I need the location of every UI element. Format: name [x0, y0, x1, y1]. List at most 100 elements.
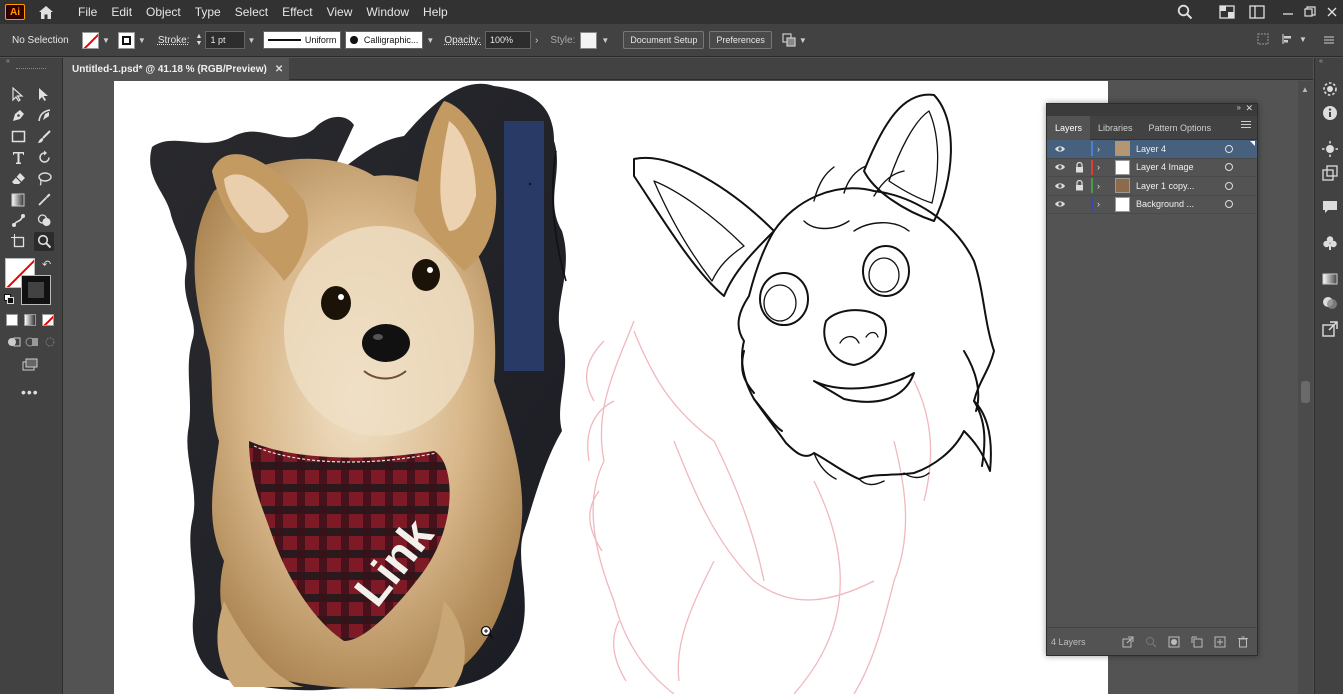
curvature-tool-icon[interactable]: [34, 106, 54, 125]
collect-for-export-icon[interactable]: [1120, 634, 1136, 650]
default-colors-icon[interactable]: [4, 294, 14, 304]
chevron-down-icon[interactable]: ▼: [102, 36, 110, 45]
minimize-icon[interactable]: [1279, 2, 1297, 22]
properties-icon[interactable]: [1321, 80, 1339, 98]
stroke-stepper[interactable]: ▲ ▼: [196, 33, 203, 47]
toolbar-collapse-icon[interactable]: «: [6, 58, 20, 66]
layer-name[interactable]: Background ...: [1136, 199, 1194, 209]
stroke-weight-field[interactable]: 1 pt: [205, 31, 246, 49]
collapse-panel-icon[interactable]: »: [1237, 103, 1241, 112]
scroll-up-icon[interactable]: ▲: [1301, 85, 1309, 94]
rectangle-tool-icon[interactable]: [8, 127, 28, 146]
layer-row[interactable]: › Layer 4: [1047, 140, 1257, 159]
preferences-button[interactable]: Preferences: [709, 31, 772, 49]
control-menu-icon[interactable]: [1322, 33, 1336, 47]
vertical-scrollbar[interactable]: ▲: [1298, 81, 1313, 694]
fill-control[interactable]: ▼: [82, 31, 110, 49]
rotate-tool-icon[interactable]: [34, 148, 54, 167]
none-mode-icon[interactable]: [42, 314, 54, 326]
delete-layer-icon[interactable]: [1235, 634, 1251, 650]
menu-file[interactable]: File: [71, 0, 104, 24]
search-icon[interactable]: [1173, 2, 1197, 22]
appearance-icon[interactable]: [1321, 140, 1339, 158]
layer-target-icon[interactable]: [1225, 163, 1233, 172]
comments-icon[interactable]: [1321, 198, 1339, 216]
line-art-dog[interactable]: [633, 93, 995, 486]
menu-view[interactable]: View: [320, 0, 360, 24]
dock-expand-icon[interactable]: «: [1319, 58, 1323, 65]
layer-row[interactable]: › Layer 4 Image: [1047, 159, 1257, 177]
menu-select[interactable]: Select: [228, 0, 275, 24]
chevron-down-icon[interactable]: ▼: [247, 36, 255, 45]
fill-swatch[interactable]: [82, 31, 99, 49]
gradient-tool-icon[interactable]: [8, 190, 28, 209]
lock-icon[interactable]: [1074, 180, 1084, 192]
arrange-documents-icon[interactable]: [1215, 2, 1239, 22]
photo-cutout[interactable]: Link: [150, 83, 566, 691]
menu-type[interactable]: Type: [188, 0, 228, 24]
layer-target-icon[interactable]: [1225, 200, 1233, 209]
expand-chevron-icon[interactable]: ›: [1097, 144, 1100, 154]
type-tool-icon[interactable]: [8, 148, 28, 167]
eyedropper-tool-icon[interactable]: [34, 190, 54, 209]
menu-edit[interactable]: Edit: [104, 0, 139, 24]
direct-selection-tool-icon[interactable]: [34, 85, 54, 104]
layer-name[interactable]: Layer 1 copy...: [1136, 181, 1194, 191]
puppet-warp-tool-icon[interactable]: [8, 211, 28, 230]
chevron-down-icon[interactable]: ▼: [601, 36, 609, 45]
arrange-icon[interactable]: [782, 33, 796, 47]
color-mode-icon[interactable]: [6, 314, 18, 326]
layer-target-icon[interactable]: [1225, 181, 1233, 190]
document-setup-button[interactable]: Document Setup: [623, 31, 705, 49]
transform-icon[interactable]: [1256, 32, 1270, 46]
lock-toggle[interactable]: [1074, 198, 1084, 210]
visibility-eye-icon[interactable]: [1053, 144, 1067, 154]
close-tab-icon[interactable]: ✕: [275, 64, 283, 75]
draw-normal-icon[interactable]: [4, 332, 24, 351]
toolbar-grip[interactable]: [16, 68, 46, 69]
asset-export-icon[interactable]: [1321, 164, 1339, 182]
tab-pattern-options[interactable]: Pattern Options: [1141, 116, 1220, 140]
menu-object[interactable]: Object: [139, 0, 188, 24]
visibility-eye-icon[interactable]: [1053, 181, 1067, 191]
opacity-field[interactable]: 100%: [485, 31, 531, 49]
zoom-tool-icon[interactable]: [34, 232, 54, 251]
layer-target-icon[interactable]: [1225, 144, 1233, 153]
visibility-eye-icon[interactable]: [1053, 162, 1067, 172]
artboard-tool-icon[interactable]: [8, 232, 28, 251]
layer-name[interactable]: Layer 4: [1136, 144, 1166, 154]
chevron-down-icon[interactable]: ▼: [799, 36, 807, 45]
create-sublayer-icon[interactable]: [1189, 634, 1205, 650]
stroke-color-swatch[interactable]: [21, 275, 51, 305]
chevron-right-icon[interactable]: ›: [535, 35, 538, 46]
stroke-swatch[interactable]: [117, 31, 135, 49]
workspace-icon[interactable]: [1245, 2, 1269, 22]
expand-chevron-icon[interactable]: ›: [1097, 162, 1100, 172]
draw-inside-icon[interactable]: [40, 332, 60, 351]
lock-icon[interactable]: [1074, 161, 1084, 173]
layer-row[interactable]: › Layer 1 copy...: [1047, 177, 1257, 196]
edit-toolbar-icon[interactable]: •••: [21, 384, 39, 400]
pen-tool-icon[interactable]: [8, 106, 28, 125]
selection-tool-icon[interactable]: [8, 85, 28, 104]
style-swatch[interactable]: [580, 31, 598, 49]
swap-colors-icon[interactable]: ↶: [42, 258, 51, 271]
expand-chevron-icon[interactable]: ›: [1097, 181, 1100, 191]
new-layer-icon[interactable]: [1212, 634, 1228, 650]
scrollbar-thumb[interactable]: [1301, 381, 1310, 403]
layers-panel-titlebar[interactable]: » ✕: [1047, 103, 1257, 116]
tab-libraries[interactable]: Libraries: [1090, 116, 1141, 140]
tab-layers[interactable]: Layers: [1047, 115, 1091, 140]
chevron-down-icon[interactable]: ▼: [1299, 35, 1307, 44]
chevron-down-icon[interactable]: ▼: [138, 36, 146, 45]
screen-mode-icon[interactable]: [20, 355, 40, 374]
expand-chevron-icon[interactable]: ›: [1097, 199, 1100, 209]
gradient-mode-icon[interactable]: [24, 314, 36, 326]
symbols-icon[interactable]: [1321, 234, 1339, 252]
restore-icon[interactable]: [1301, 2, 1319, 22]
paintbrush-tool-icon[interactable]: [34, 127, 54, 146]
close-window-icon[interactable]: [1323, 2, 1341, 22]
stroke-profile-select[interactable]: Uniform: [263, 31, 342, 49]
menu-window[interactable]: Window: [359, 0, 416, 24]
close-panel-icon[interactable]: ✕: [1245, 103, 1253, 114]
